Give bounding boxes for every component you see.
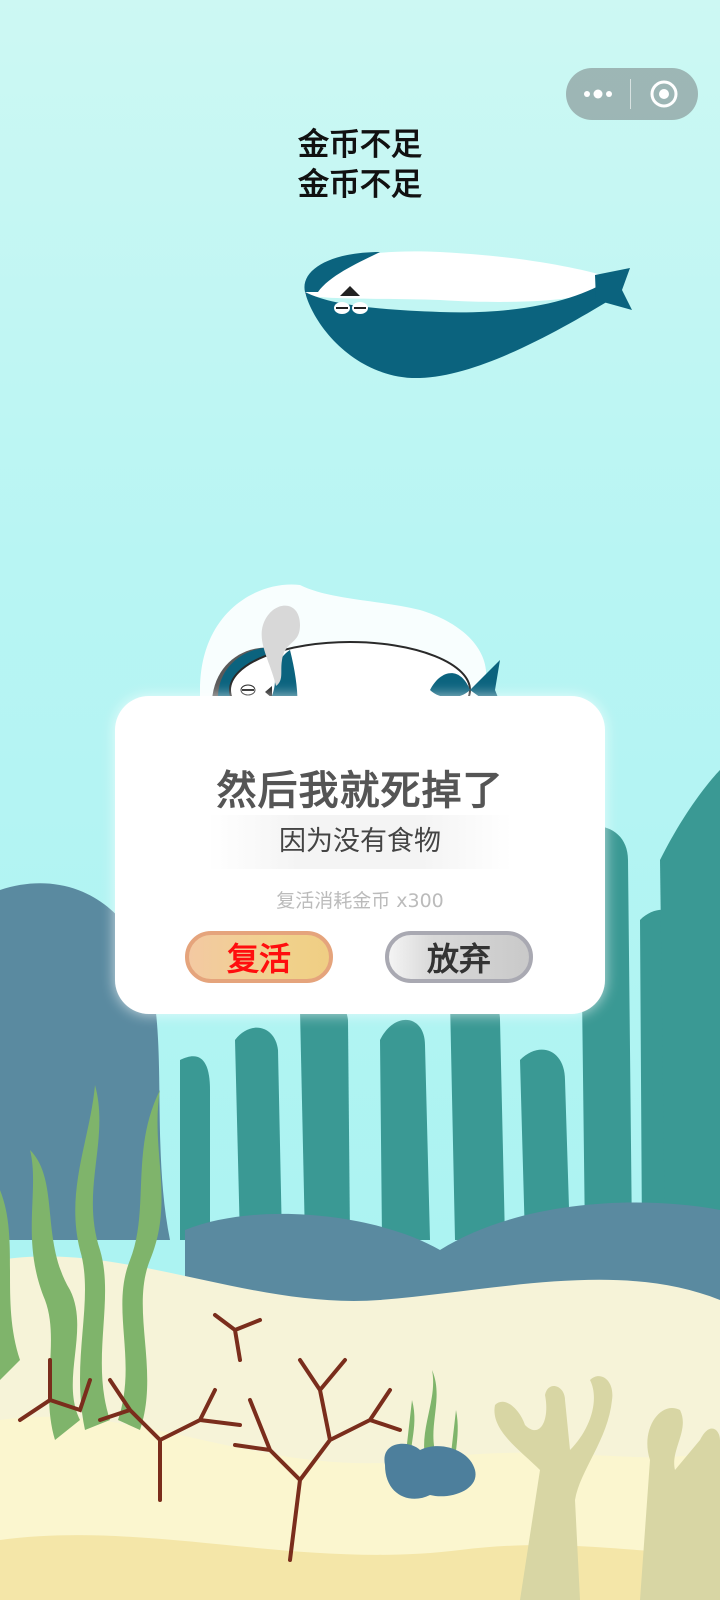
toast-line-2: 金币不足 (298, 167, 422, 203)
target-circle-icon (650, 80, 678, 108)
insufficient-coins-toast: 金币不足 金币不足 (220, 125, 500, 205)
mini-program-capsule (566, 68, 698, 120)
dialog-subtitle: 因为没有食物 (208, 815, 512, 869)
revive-button-label: 复活 (226, 940, 291, 978)
revive-cost-text: 复活消耗金币 x300 (276, 890, 444, 912)
close-mini-program-button[interactable] (631, 68, 697, 120)
give-up-button[interactable]: 放弃 (385, 931, 533, 983)
more-dots-icon (584, 89, 612, 99)
toast-line-1: 金币不足 (298, 127, 422, 163)
more-menu-button[interactable] (566, 68, 630, 120)
revive-button[interactable]: 复活 (185, 931, 333, 983)
dialog-title: 然后我就死掉了 (216, 768, 504, 814)
give-up-button-label: 放弃 (426, 940, 491, 978)
